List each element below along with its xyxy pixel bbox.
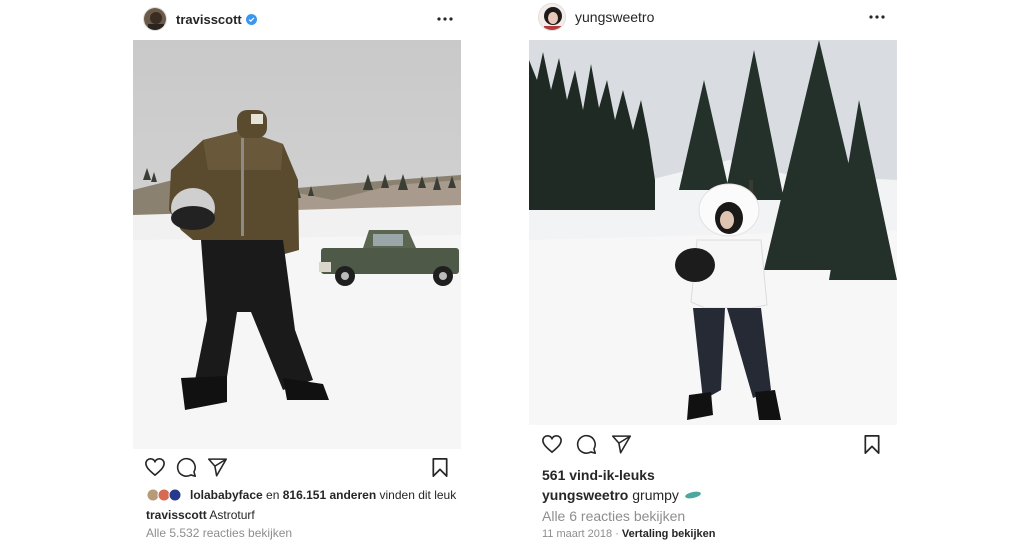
caption-text: Astroturf <box>209 508 255 522</box>
post-meta: 11 maart 2018 · Vertaling bekijken <box>542 528 715 540</box>
more-options-icon[interactable] <box>869 15 885 19</box>
liker-avatars <box>146 488 184 502</box>
caption: travisscott Astroturf <box>146 508 255 522</box>
avatar[interactable] <box>143 7 167 31</box>
caption-username[interactable]: yungsweetro <box>542 487 628 503</box>
post-date: 11 maart 2018 <box>542 528 613 540</box>
bookmark-icon[interactable] <box>431 457 449 478</box>
bookmark-icon[interactable] <box>863 434 881 455</box>
avatar[interactable] <box>538 3 566 31</box>
post-header: yungsweetro <box>529 0 897 34</box>
post-travisscott: travisscott lolababyface en 816.151 ande… <box>133 0 463 546</box>
likes-tail: vinden dit leuk <box>379 488 457 502</box>
heart-icon[interactable] <box>541 434 563 454</box>
translate-link[interactable]: Vertaling bekijken <box>622 528 716 540</box>
post-photo[interactable] <box>133 40 463 449</box>
likes-connector: en <box>266 488 280 502</box>
post-header: travisscott <box>133 0 463 38</box>
likes-count[interactable]: 561 vind-ik-leuks <box>542 467 655 483</box>
post-photo[interactable] <box>529 40 897 425</box>
caption: yungsweetro grumpy <box>542 487 702 503</box>
more-options-icon[interactable] <box>437 17 453 21</box>
username[interactable]: yungsweetro <box>575 9 654 25</box>
post-yungsweetro: yungsweetro 561 vind-ik-leuks yungsweetr… <box>529 0 897 546</box>
caption-text: grumpy <box>632 487 679 503</box>
likes-line: lolababyface en 816.151 anderen vinden d… <box>146 488 456 502</box>
username[interactable]: travisscott <box>176 12 242 27</box>
action-bar <box>133 457 463 487</box>
liker-username[interactable]: lolababyface <box>190 488 263 502</box>
view-comments-link[interactable]: Alle 6 reacties bekijken <box>542 508 685 524</box>
separator-dot: · <box>615 528 619 540</box>
likes-count[interactable]: 816.151 anderen <box>283 488 376 502</box>
verified-icon <box>245 13 257 25</box>
share-icon[interactable] <box>611 434 632 454</box>
heart-icon[interactable] <box>144 457 166 477</box>
view-comments-link[interactable]: Alle 5.532 reacties bekijken <box>146 526 292 540</box>
comment-icon[interactable] <box>176 457 197 478</box>
action-bar <box>529 434 897 464</box>
snowboard-emoji-icon <box>685 491 701 499</box>
caption-username[interactable]: travisscott <box>146 508 207 522</box>
comment-icon[interactable] <box>576 434 597 455</box>
share-icon[interactable] <box>207 457 228 477</box>
